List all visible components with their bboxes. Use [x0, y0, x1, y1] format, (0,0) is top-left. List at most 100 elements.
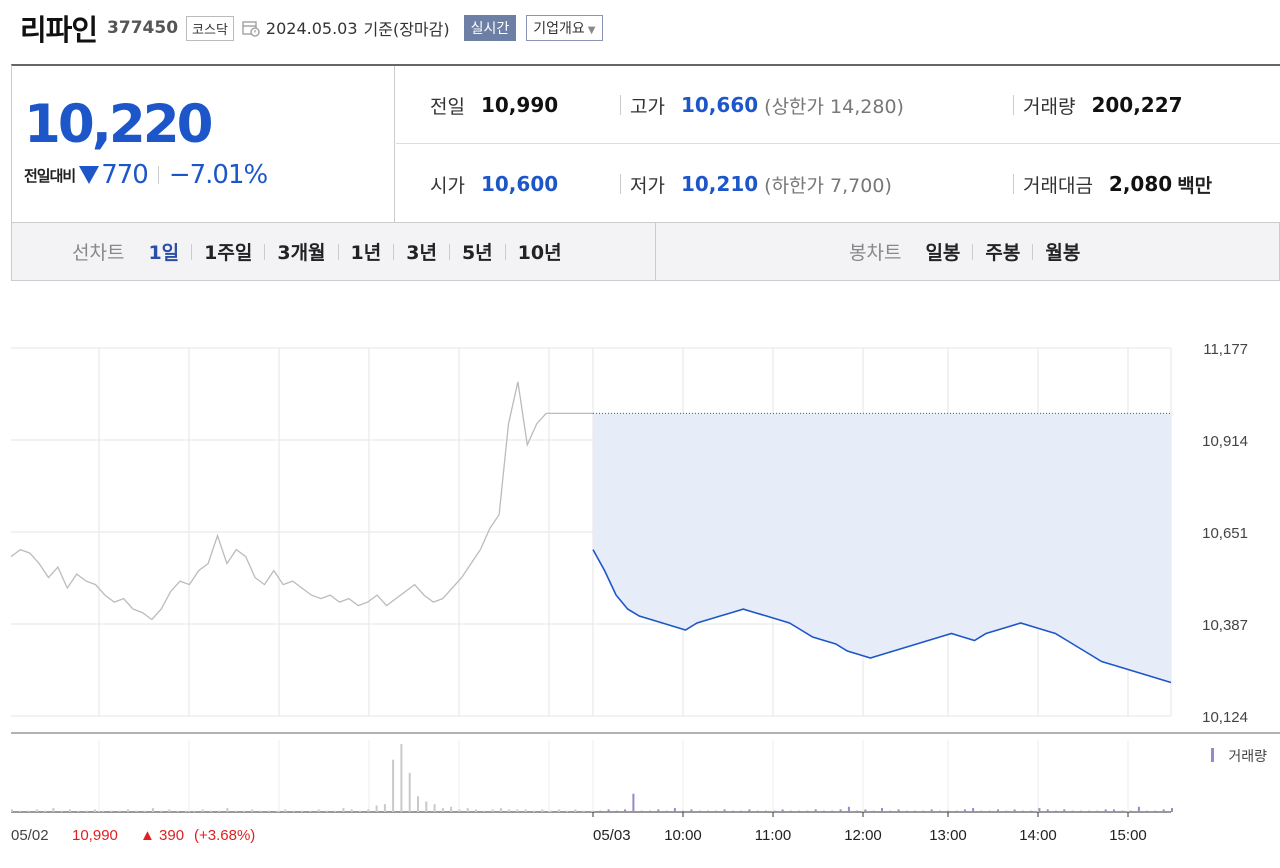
tab-10y[interactable]: 10년: [516, 238, 564, 265]
volume: 거래량 200,227: [1023, 66, 1183, 144]
lower-limit: (하한가 7,700): [764, 174, 892, 197]
volume-bar: [955, 810, 958, 812]
volume-bar: [19, 810, 22, 812]
volume-bar: [715, 810, 718, 812]
volume-bar: [1162, 809, 1165, 812]
volume-bar: [11, 809, 13, 812]
volume-bar: [392, 759, 395, 812]
volume-bar: [1079, 810, 1082, 812]
volume-bar: [756, 810, 759, 812]
divider: [655, 223, 656, 280]
volume-bar: [93, 809, 96, 812]
volume-bar: [1146, 810, 1149, 812]
stock-header: 리파인 377450 코스닥 2024.05.03 기준(장마감) 실시간 기업…: [20, 8, 603, 48]
volume-bar: [201, 809, 204, 812]
volume-bar: [160, 810, 163, 812]
volume-bar: [77, 810, 80, 812]
volume-bar: [557, 809, 560, 812]
volume-bar: [276, 810, 279, 812]
candle-chart-label: 봉차트: [849, 242, 902, 264]
tab-1w[interactable]: 1주일: [202, 238, 254, 265]
volume-bar: [963, 809, 966, 812]
volume-bar: [698, 810, 701, 812]
stock-code: 377450: [107, 18, 179, 38]
volume-bar: [723, 809, 726, 812]
below-ref-fill: [593, 413, 1171, 683]
volume-bar: [342, 808, 345, 812]
volume-bar: [789, 810, 792, 812]
volume-bar: [939, 810, 941, 812]
divider: [157, 166, 159, 184]
volume-bar: [1113, 809, 1115, 812]
volume-bar: [673, 808, 676, 812]
tab-daily[interactable]: 일봉: [923, 238, 962, 265]
tab-1y[interactable]: 1년: [349, 238, 384, 265]
prev-close-label: 전일: [430, 95, 465, 118]
volume-bar: [317, 809, 320, 812]
current-price-panel: 10,220 전일대비 770 −7.01%: [12, 66, 395, 223]
volume-bar: [839, 809, 842, 812]
tab-1d[interactable]: 1일: [146, 238, 181, 265]
volume-bar: [1063, 809, 1066, 812]
tab-3m[interactable]: 3개월: [275, 238, 327, 265]
high-label: 고가: [630, 95, 665, 118]
volume-label: 거래량: [1023, 95, 1076, 118]
volume-bar: [765, 810, 767, 812]
down-triangle-icon: [79, 166, 100, 184]
stats-row-2: 시가 10,600 저가 10,210 (하한가 7,700) 거래대금 2,0…: [396, 145, 1280, 223]
volume-bar: [1121, 810, 1124, 812]
x-tick-label: 12:00: [844, 827, 882, 844]
volume-bar: [334, 810, 337, 812]
divider: [972, 243, 974, 260]
volume-bar: [897, 809, 900, 812]
chevron-down-icon: ▼: [587, 25, 596, 36]
volume-bar: [60, 810, 63, 812]
amount-label: 거래대금: [1023, 174, 1093, 197]
volume-bar: [475, 809, 477, 812]
divider: [504, 243, 506, 260]
volume-bar: [185, 810, 187, 812]
volume-bar: [450, 806, 453, 812]
volume-bar: [947, 810, 950, 812]
volume-bar: [309, 810, 312, 812]
volume-bar: [591, 810, 593, 812]
volume-bar: [483, 810, 486, 812]
volume-bar: [284, 809, 287, 812]
volume-bar: [491, 809, 494, 812]
current-price: 10,220: [24, 94, 214, 155]
y-tick-label: 10,124: [1202, 709, 1248, 726]
change-amount: 770: [101, 160, 149, 190]
volume-bar: [972, 808, 975, 812]
tab-5y[interactable]: 5년: [460, 238, 495, 265]
volume-bar: [226, 808, 229, 812]
volume-bar: [85, 810, 88, 812]
volume-bar: [1046, 809, 1049, 812]
divider: [448, 243, 450, 260]
low-label: 저가: [630, 174, 665, 197]
volume-bar: [690, 809, 693, 812]
volume-bar: [980, 810, 983, 812]
volume-bar: [814, 809, 817, 812]
divider: [337, 243, 339, 260]
tab-monthly[interactable]: 월봉: [1043, 238, 1082, 265]
volume-bar: [259, 810, 262, 812]
volume-bar: [831, 810, 834, 812]
upper-limit: (상한가 14,280): [764, 95, 904, 118]
volume-bar: [624, 809, 627, 812]
tab-weekly[interactable]: 주봉: [983, 238, 1022, 265]
realtime-button[interactable]: 실시간: [463, 15, 517, 41]
line-chart-label: 선차트: [72, 242, 125, 264]
x-tick-label: 15:00: [1109, 827, 1147, 844]
volume-bar: [69, 809, 71, 812]
volume-bar: [35, 809, 38, 812]
volume-bar: [209, 810, 212, 812]
prev-close-value: 10,990: [480, 93, 559, 117]
volume-bar: [1104, 809, 1107, 812]
volume-bar: [458, 809, 461, 812]
amount-value: 2,080: [1108, 172, 1173, 196]
divider: [1013, 95, 1014, 115]
company-overview-dropdown[interactable]: 기업개요 ▼: [526, 15, 603, 41]
volume-bar: [566, 810, 569, 812]
tab-3y[interactable]: 3년: [404, 238, 439, 265]
volume-bar: [1071, 810, 1074, 812]
